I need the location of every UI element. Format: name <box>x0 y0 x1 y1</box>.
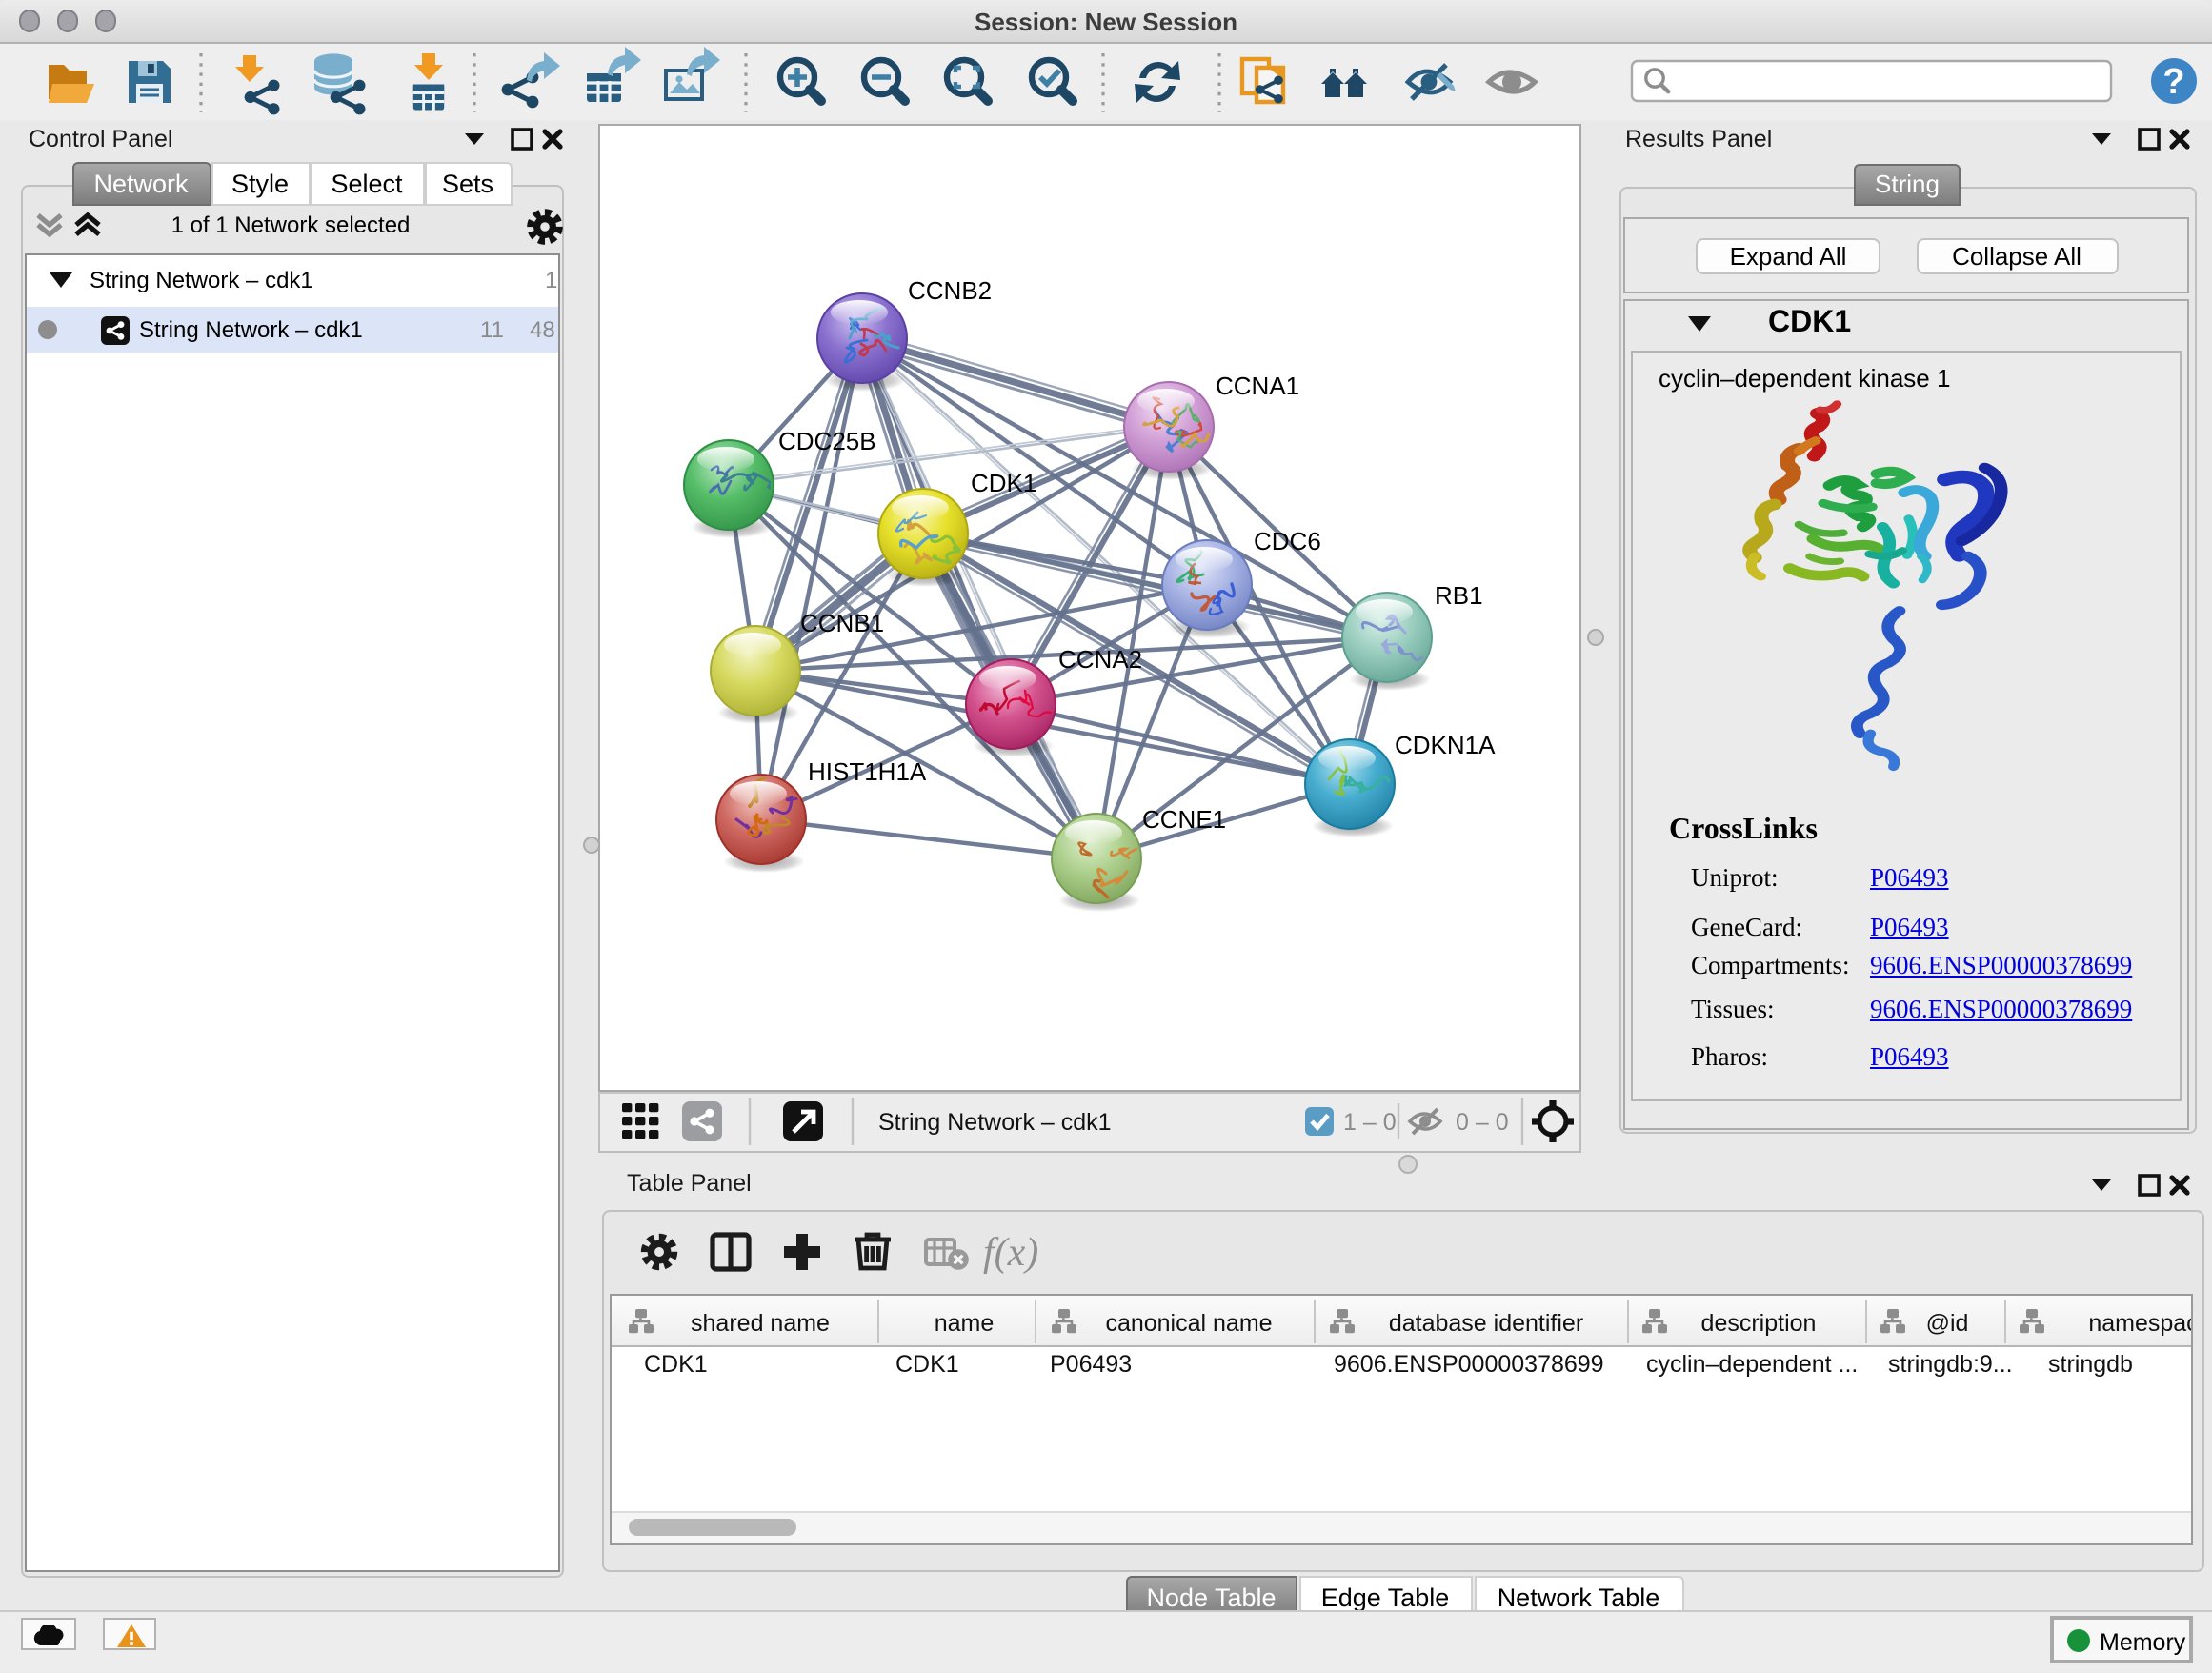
svg-text:CCNE1: CCNE1 <box>1142 805 1226 834</box>
svg-text:shared name: shared name <box>691 1310 830 1337</box>
svg-text:name: name <box>935 1310 995 1337</box>
svg-text:CDC6: CDC6 <box>1254 527 1321 555</box>
svg-text:cyclin–dependent ...: cyclin–dependent ... <box>1646 1351 1858 1378</box>
svg-text:CDK1: CDK1 <box>895 1351 959 1378</box>
svg-text:HIST1H1A: HIST1H1A <box>808 757 927 786</box>
svg-text:stringdb: stringdb <box>2048 1351 2133 1378</box>
svg-text:CCNB1: CCNB1 <box>800 609 884 637</box>
svg-text:9606.ENSP00000378699: 9606.ENSP00000378699 <box>1334 1351 1604 1378</box>
svg-text:String Network – cdk1: String Network – cdk1 <box>878 1109 1112 1136</box>
svg-text:CDK1: CDK1 <box>644 1351 708 1378</box>
svg-text:P06493: P06493 <box>1050 1351 1132 1378</box>
svg-text:f(x): f(x) <box>983 1231 1038 1275</box>
svg-text:CCNA1: CCNA1 <box>1216 372 1299 400</box>
svg-text:1 – 0: 1 – 0 <box>1343 1109 1397 1136</box>
svg-text:stringdb:9...: stringdb:9... <box>1888 1351 2013 1378</box>
svg-text:CCNA2: CCNA2 <box>1058 645 1142 674</box>
svg-text:?: ? <box>2162 61 2184 101</box>
svg-text:RB1: RB1 <box>1435 581 1483 610</box>
svg-text:@id: @id <box>1926 1310 1969 1337</box>
svg-text:description: description <box>1701 1310 1817 1337</box>
svg-text:0 – 0: 0 – 0 <box>1456 1109 1509 1136</box>
svg-text:CDC25B: CDC25B <box>778 427 876 455</box>
svg-text:CCNB2: CCNB2 <box>908 276 992 305</box>
svg-text:CDKN1A: CDKN1A <box>1395 731 1496 759</box>
svg-text:database identifier: database identifier <box>1389 1310 1583 1337</box>
svg-text:CDK1: CDK1 <box>971 469 1036 497</box>
svg-text:canonical name: canonical name <box>1105 1310 1272 1337</box>
svg-text:namespac: namespac <box>2088 1310 2191 1337</box>
